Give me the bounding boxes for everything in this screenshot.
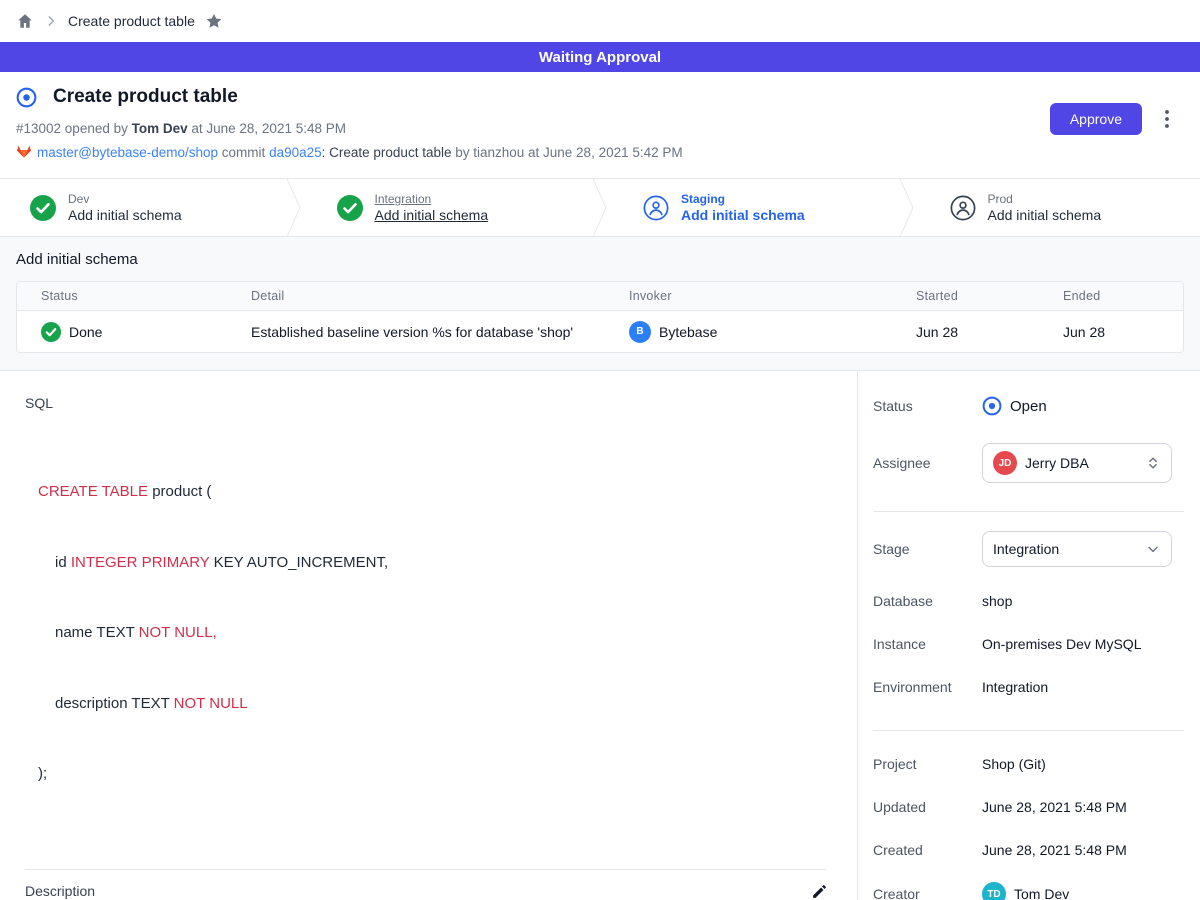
- content-area: SQL CREATE TABLE product ( id INTEGER PR…: [0, 370, 1200, 900]
- open-status-icon: [982, 396, 1002, 416]
- sql-section-label: SQL: [25, 395, 841, 411]
- task-detail-text: Established baseline version %s for data…: [227, 324, 605, 340]
- sql-line: name TEXT NOT NULL,: [38, 621, 841, 645]
- chevron-right-icon: [44, 14, 58, 28]
- stage-task-label: Add initial schema: [681, 207, 805, 223]
- done-check-icon: [41, 322, 61, 342]
- sql-line: description TEXT NOT NULL: [38, 692, 841, 716]
- sql-line: CREATE TABLE product (: [38, 480, 841, 504]
- description-label: Description: [25, 883, 95, 899]
- stage-env-label[interactable]: Integration: [375, 192, 489, 206]
- stage-value: Integration: [993, 541, 1137, 557]
- sql-line: );: [38, 762, 841, 786]
- more-actions-icon[interactable]: [1158, 108, 1176, 130]
- main-panel: SQL CREATE TABLE product ( id INTEGER PR…: [0, 371, 858, 900]
- assignee-label: Assignee: [873, 455, 982, 471]
- stage-separator: [281, 179, 307, 236]
- col-invoker: Invoker: [605, 289, 892, 303]
- approve-button[interactable]: Approve: [1050, 103, 1142, 135]
- status-label: Status: [873, 398, 982, 414]
- creator-label: Creator: [873, 886, 982, 900]
- issue-meta: #13002 opened by Tom Dev at June 28, 202…: [16, 121, 1050, 136]
- issue-title: Create product table: [53, 86, 238, 108]
- stage-separator: [587, 179, 613, 236]
- invoker-name: Bytebase: [659, 324, 717, 340]
- stage-dev[interactable]: DevAdd initial schema: [0, 179, 281, 236]
- git-commit-link[interactable]: da90a25: [269, 145, 322, 160]
- task-ended: Jun 28: [1039, 324, 1183, 340]
- stage-done-icon: [30, 195, 56, 221]
- stage-task-label: Add initial schema: [988, 207, 1102, 223]
- stage-pending-person-icon: [950, 195, 976, 221]
- issue-header: Create product table #13002 opened by To…: [0, 72, 1200, 178]
- bytebase-issue-page: Create product table Waiting Approval Cr…: [0, 0, 1200, 900]
- col-status: Status: [17, 289, 227, 303]
- breadcrumb-page-title[interactable]: Create product table: [68, 13, 195, 29]
- col-started: Started: [892, 289, 1039, 303]
- sql-line: id INTEGER PRIMARY KEY AUTO_INCREMENT,: [38, 551, 841, 575]
- pipeline-stages: DevAdd initial schema IntegrationAdd ini…: [0, 178, 1200, 237]
- stage-separator: [894, 179, 920, 236]
- assignee-avatar: JD: [993, 451, 1017, 475]
- environment-label: Environment: [873, 679, 982, 695]
- creator-avatar: TD: [982, 882, 1006, 900]
- gitlab-icon: [16, 144, 32, 160]
- section-divider: [25, 869, 826, 870]
- stage-pending-person-icon: [643, 195, 669, 221]
- stage-env-label: Dev: [68, 192, 182, 206]
- stage-done-icon: [337, 195, 363, 221]
- instance-value: On-premises Dev MySQL: [982, 636, 1141, 652]
- breadcrumb: Create product table: [0, 0, 1200, 42]
- git-branch-link[interactable]: master@bytebase-demo/shop: [37, 145, 218, 160]
- project-label: Project: [873, 756, 982, 772]
- stage-integration[interactable]: IntegrationAdd initial schema: [307, 179, 588, 236]
- stage-env-label: Prod: [988, 192, 1102, 206]
- status-banner-text: Waiting Approval: [539, 49, 661, 66]
- invoker-avatar: B: [629, 321, 651, 343]
- stage-label: Stage: [873, 541, 982, 557]
- project-value: Shop (Git): [982, 756, 1046, 772]
- bookmark-star-icon[interactable]: [205, 12, 223, 30]
- sidebar-divider: [873, 730, 1184, 731]
- updated-value: June 28, 2021 5:48 PM: [982, 799, 1127, 815]
- stage-task-label: Add initial schema: [68, 207, 182, 223]
- task-section: Add initial schema Status Detail Invoker…: [0, 237, 1200, 370]
- open-status-icon: [16, 87, 37, 108]
- stage-prod[interactable]: ProdAdd initial schema: [920, 179, 1200, 236]
- status-value: Open: [1010, 398, 1047, 415]
- stage-task-label[interactable]: Add initial schema: [375, 207, 489, 223]
- stage-select[interactable]: Integration: [982, 531, 1172, 567]
- issue-author: Tom Dev: [132, 121, 188, 136]
- task-table-header: Status Detail Invoker Started Ended: [17, 282, 1183, 311]
- task-table: Status Detail Invoker Started Ended Done…: [16, 281, 1184, 353]
- sql-code-block: CREATE TABLE product ( id INTEGER PRIMAR…: [38, 433, 841, 833]
- instance-label: Instance: [873, 636, 982, 652]
- creator-name: Tom Dev: [1014, 886, 1069, 900]
- home-icon[interactable]: [16, 12, 34, 30]
- edit-pencil-icon[interactable]: [811, 883, 828, 900]
- git-commit-message: Create product table: [329, 145, 451, 160]
- git-commit-line: master@bytebase-demo/shop commit da90a25…: [16, 144, 1050, 160]
- task-started: Jun 28: [892, 324, 1039, 340]
- task-status-text: Done: [69, 324, 102, 340]
- issue-sidebar: Status Open Assignee JD Jerry DBA Stage …: [858, 371, 1200, 900]
- sidebar-divider: [873, 511, 1184, 512]
- updown-chevron-icon: [1145, 455, 1161, 471]
- task-section-title: Add initial schema: [16, 251, 1184, 268]
- stage-env-label: Staging: [681, 192, 805, 206]
- assignee-select[interactable]: JD Jerry DBA: [982, 443, 1172, 483]
- assignee-name: Jerry DBA: [1025, 455, 1137, 471]
- created-label: Created: [873, 842, 982, 858]
- database-value: shop: [982, 593, 1012, 609]
- status-banner: Waiting Approval: [0, 42, 1200, 72]
- stage-staging[interactable]: StagingAdd initial schema: [613, 179, 894, 236]
- created-value: June 28, 2021 5:48 PM: [982, 842, 1127, 858]
- col-detail: Detail: [227, 289, 605, 303]
- task-table-row: Done Established baseline version %s for…: [17, 311, 1183, 352]
- database-label: Database: [873, 593, 982, 609]
- chevron-down-icon: [1145, 541, 1161, 557]
- updated-label: Updated: [873, 799, 982, 815]
- col-ended: Ended: [1039, 289, 1183, 303]
- environment-value: Integration: [982, 679, 1048, 695]
